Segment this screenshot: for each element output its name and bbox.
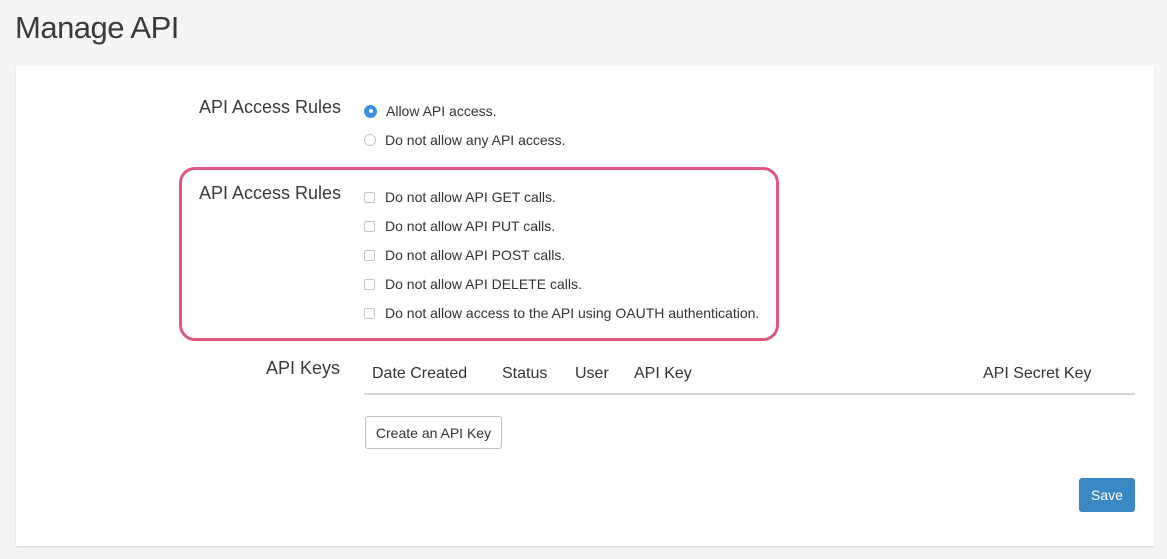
deny-post-label: Do not allow API POST calls. xyxy=(385,247,566,263)
column-api-key: API Key xyxy=(634,365,692,382)
save-button[interactable]: Save xyxy=(1079,478,1135,512)
checkbox-icon[interactable] xyxy=(364,220,375,232)
allow-api-access-radio[interactable]: Allow API access. xyxy=(364,101,497,121)
column-api-secret-key: API Secret Key xyxy=(983,365,1092,382)
api-keys-label: API Keys xyxy=(266,358,341,378)
column-user: User xyxy=(575,365,609,382)
radio-unselected-icon[interactable] xyxy=(364,134,376,146)
deny-oauth-label: Do not allow access to the API using OAU… xyxy=(385,305,760,321)
checkbox-icon[interactable] xyxy=(364,249,375,261)
table-header-divider xyxy=(364,393,1135,395)
deny-get-checkbox[interactable]: Do not allow API GET calls. xyxy=(364,187,556,207)
radio-selected-icon[interactable] xyxy=(364,104,377,118)
checkbox-icon[interactable] xyxy=(364,307,375,319)
deny-delete-label: Do not allow API DELETE calls. xyxy=(385,276,582,292)
checkbox-icon[interactable] xyxy=(364,278,375,290)
page-title: Manage API xyxy=(15,10,179,45)
deny-all-api-access-radio[interactable]: Do not allow any API access. xyxy=(364,130,566,150)
deny-all-api-access-label: Do not allow any API access. xyxy=(385,132,566,148)
call-rules-label: API Access Rules xyxy=(199,183,342,203)
column-date-created: Date Created xyxy=(372,365,468,382)
checkbox-icon[interactable] xyxy=(364,191,375,203)
deny-delete-checkbox[interactable]: Do not allow API DELETE calls. xyxy=(364,274,582,294)
deny-put-label: Do not allow API PUT calls. xyxy=(385,218,556,234)
deny-post-checkbox[interactable]: Do not allow API POST calls. xyxy=(364,245,565,265)
deny-get-label: Do not allow API GET calls. xyxy=(385,189,556,205)
column-status: Status xyxy=(502,365,548,382)
deny-oauth-checkbox[interactable]: Do not allow access to the API using OAU… xyxy=(364,303,759,323)
allow-api-access-label: Allow API access. xyxy=(386,103,497,119)
access-rules-label: API Access Rules xyxy=(199,97,342,117)
deny-put-checkbox[interactable]: Do not allow API PUT calls. xyxy=(364,216,555,236)
create-api-key-button[interactable]: Create an API Key xyxy=(365,416,502,449)
